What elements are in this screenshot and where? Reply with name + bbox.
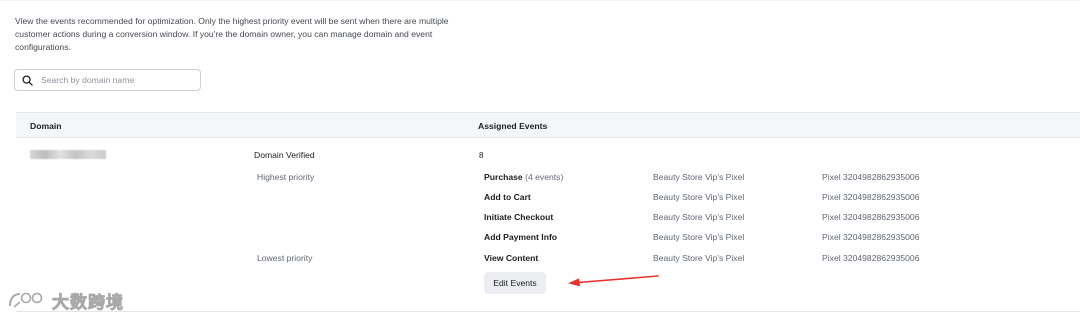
column-header-domain: Domain [30, 121, 62, 131]
event-name: Initiate Checkout [484, 212, 554, 222]
top-divider [0, 0, 1080, 1]
event-name: Add Payment Info [484, 232, 558, 242]
annotation-arrow [568, 275, 659, 287]
priority-high-label: Highest priority [257, 172, 315, 182]
pixel-id: Pixel 3204982862935006 [822, 192, 920, 202]
search-input[interactable] [39, 74, 193, 86]
table-header: Domain Assigned Events [16, 112, 1080, 138]
pixel-id: Pixel 3204982862935006 [822, 253, 920, 263]
event-count: 8 [479, 151, 484, 160]
event-name: View Content [484, 253, 539, 263]
search-field[interactable] [14, 69, 201, 91]
event-count-note: (4 events) [525, 172, 564, 182]
search-icon [22, 74, 33, 86]
watermark: 大数跨境 [6, 287, 124, 313]
watermark-text: 大数跨境 [52, 292, 124, 313]
event-name: Add to Cart [484, 192, 531, 202]
bottom-divider [16, 311, 1080, 312]
pixel-name: Beauty Store Vip's Pixel [653, 172, 745, 182]
domain-status: Domain Verified [254, 150, 315, 160]
pixel-name: Beauty Store Vip's Pixel [653, 212, 745, 222]
pixel-name: Beauty Store Vip's Pixel [653, 253, 745, 263]
edit-events-button[interactable]: Edit Events [484, 272, 546, 294]
pixel-name: Beauty Store Vip's Pixel [653, 232, 745, 242]
pixel-id: Pixel 3204982862935006 [822, 212, 920, 222]
redacted-domain-name [30, 150, 106, 159]
priority-low-label: Lowest priority [257, 253, 313, 263]
pixel-id: Pixel 3204982862935006 [822, 232, 920, 242]
event-name: Purchase (4 events) [484, 172, 564, 182]
column-header-assigned-events: Assigned Events [478, 121, 548, 131]
pixel-name: Beauty Store Vip's Pixel [653, 192, 745, 202]
section-description: View the events recommended for optimiza… [15, 16, 449, 52]
watermark-logo-icon [9, 292, 43, 308]
pixel-id: Pixel 3204982862935006 [822, 172, 920, 182]
